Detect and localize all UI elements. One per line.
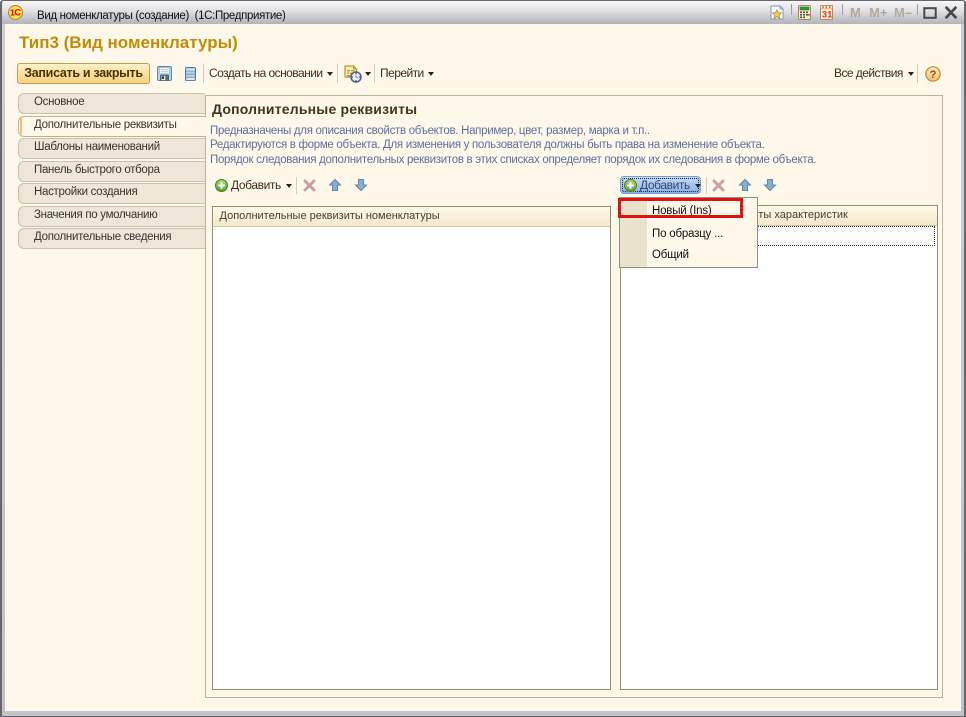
- svg-text:?: ?: [930, 69, 937, 81]
- svg-text:31: 31: [822, 10, 833, 20]
- svg-text:С: С: [14, 8, 21, 19]
